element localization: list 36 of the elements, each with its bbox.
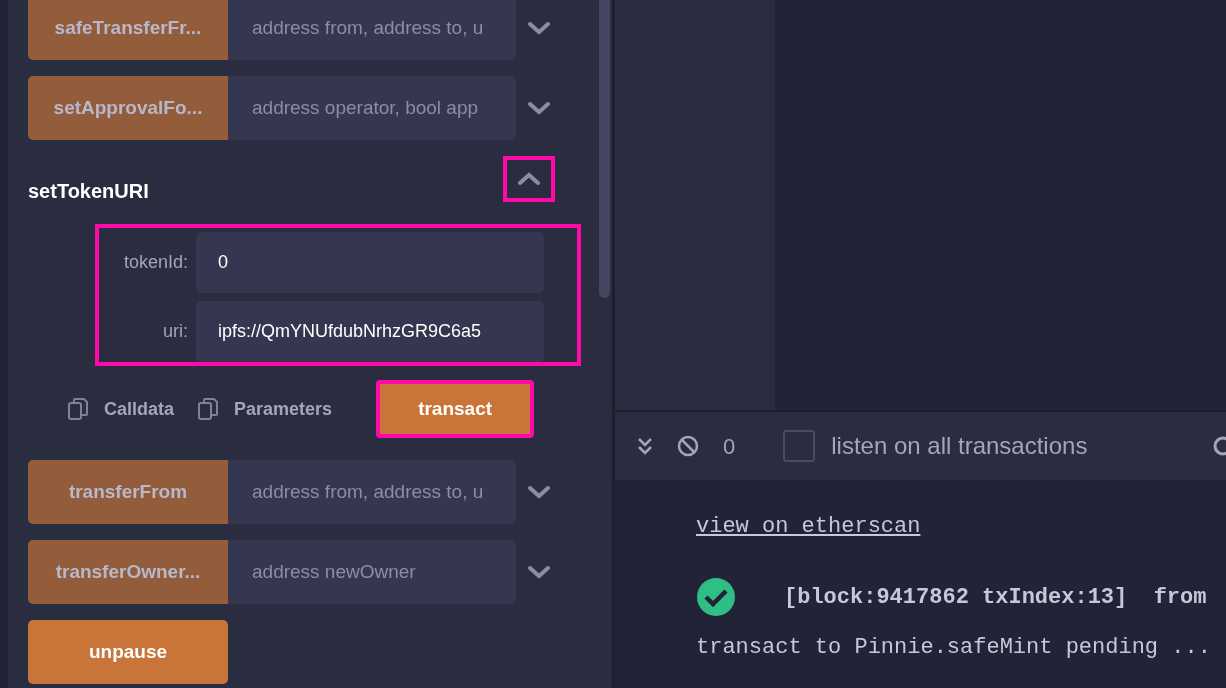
param-input[interactable]: ipfs://QmYNUfdubNrhzGR9C6a5: [196, 301, 544, 362]
argument-input[interactable]: address newOwner: [228, 540, 516, 604]
transact-button[interactable]: transact: [376, 380, 535, 438]
scrollbar-thumb[interactable]: [599, 0, 610, 298]
log-entry: transact to Pinnie.safeMint pending ...: [696, 634, 1211, 662]
argument-input[interactable]: address from, address to, u: [228, 460, 516, 524]
search-icon[interactable]: [1212, 435, 1226, 457]
etherscan-link[interactable]: view on etherscan: [696, 510, 921, 543]
function-button[interactable]: transferFrom: [28, 460, 228, 524]
chevron-down-icon[interactable]: [528, 485, 550, 499]
param-input[interactable]: 0: [196, 232, 544, 293]
argument-input[interactable]: address operator, bool app: [228, 76, 516, 140]
function-button[interactable]: unpause: [28, 620, 228, 684]
listen-checkbox[interactable]: [783, 430, 816, 462]
pending-count: 0: [723, 432, 736, 461]
chevron-up-icon[interactable]: [518, 172, 540, 186]
function-button[interactable]: transferOwner...: [28, 540, 228, 604]
param-label: uri:: [162, 320, 189, 343]
chevron-down-icon[interactable]: [528, 21, 550, 35]
chevron-down-icon[interactable]: [528, 101, 550, 115]
clear-icon[interactable]: [677, 435, 699, 457]
function-button[interactable]: safeTransferFr...: [28, 0, 228, 60]
collapse-icon[interactable]: [637, 437, 653, 455]
function-button[interactable]: setApprovalFo...: [28, 76, 228, 140]
success-icon[interactable]: [696, 577, 736, 617]
copy-link[interactable]: Parameters: [234, 395, 333, 423]
collapse-button[interactable]: [503, 156, 555, 202]
argument-input[interactable]: address from, address to, u: [228, 0, 516, 60]
chevron-down-icon[interactable]: [528, 565, 550, 579]
checkbox-label: listen on all transactions: [831, 431, 1088, 461]
copy-icon[interactable]: [68, 398, 88, 420]
copy-icon[interactable]: [198, 398, 219, 420]
param-label: tokenId:: [122, 251, 189, 274]
log-entry: [block:9417862 txIndex:13] from: [784, 583, 1207, 612]
function-title: setTokenURI: [28, 179, 149, 204]
copy-link[interactable]: Calldata: [104, 395, 175, 423]
